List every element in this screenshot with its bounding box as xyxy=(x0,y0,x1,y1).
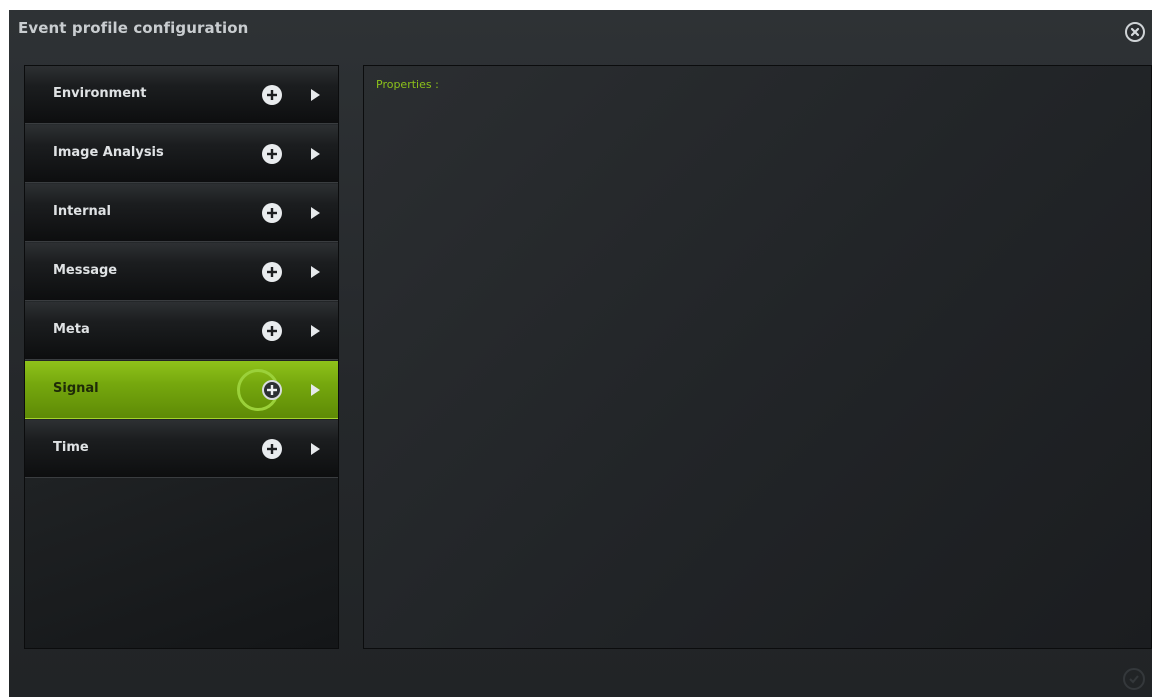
add-icon[interactable] xyxy=(262,144,282,164)
expand-arrow-icon[interactable] xyxy=(311,325,320,337)
category-time[interactable]: Time xyxy=(25,420,338,478)
category-environment[interactable]: Environment xyxy=(25,66,338,124)
category-label: Time xyxy=(53,440,89,455)
category-label: Internal xyxy=(53,204,112,219)
category-meta[interactable]: Meta xyxy=(25,302,338,360)
category-internal[interactable]: Internal xyxy=(25,184,338,242)
add-icon[interactable] xyxy=(262,262,282,282)
category-label: Signal xyxy=(53,381,99,396)
close-icon[interactable] xyxy=(1125,22,1145,42)
category-image-analysis[interactable]: Image Analysis xyxy=(25,125,338,183)
category-label: Environment xyxy=(53,86,147,101)
category-message[interactable]: Message xyxy=(25,243,338,301)
add-icon[interactable] xyxy=(262,380,282,400)
category-signal[interactable]: Signal xyxy=(25,361,338,419)
category-label: Image Analysis xyxy=(53,145,164,160)
check-circle-icon[interactable] xyxy=(1123,668,1145,690)
event-profile-dialog: Event profile configuration Environment … xyxy=(9,10,1152,697)
expand-arrow-icon[interactable] xyxy=(311,443,320,455)
properties-label: Properties : xyxy=(376,78,439,91)
category-list: Environment Image Analysis Internal Mess… xyxy=(24,65,339,649)
category-label: Meta xyxy=(53,322,90,337)
dialog-title: Event profile configuration xyxy=(18,19,249,37)
expand-arrow-icon[interactable] xyxy=(311,148,320,160)
expand-arrow-icon[interactable] xyxy=(311,266,320,278)
expand-arrow-icon[interactable] xyxy=(311,207,320,219)
expand-arrow-icon[interactable] xyxy=(311,384,320,396)
category-label: Message xyxy=(53,263,118,278)
add-icon[interactable] xyxy=(262,321,282,341)
add-icon[interactable] xyxy=(262,203,282,223)
expand-arrow-icon[interactable] xyxy=(311,89,320,101)
title-bar: Event profile configuration xyxy=(9,10,1152,54)
add-icon[interactable] xyxy=(262,85,282,105)
properties-panel: Properties : xyxy=(363,65,1152,649)
add-icon[interactable] xyxy=(262,439,282,459)
